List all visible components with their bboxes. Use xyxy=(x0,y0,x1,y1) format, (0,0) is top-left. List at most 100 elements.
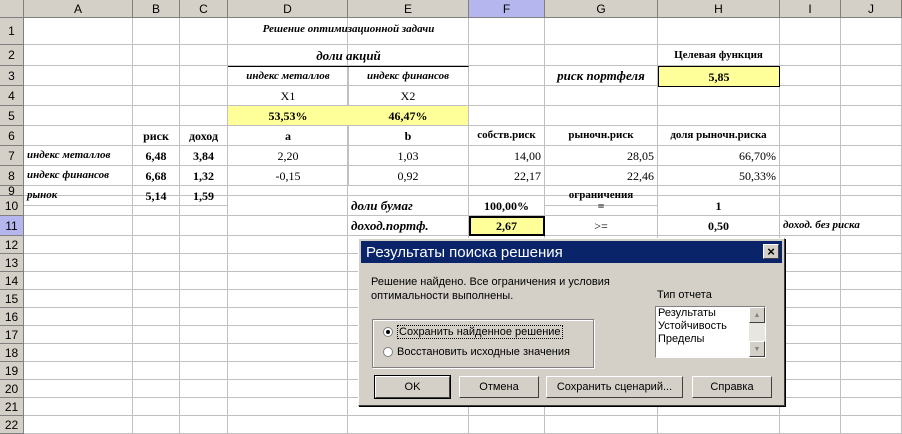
grid-cell[interactable] xyxy=(841,86,902,106)
grid-cell[interactable] xyxy=(841,290,902,308)
row7-label-cell[interactable]: индекс металлов xyxy=(24,146,133,166)
radio-restore-values[interactable]: Восстановить исходные значения xyxy=(383,346,570,358)
row-header-21[interactable]: 21 xyxy=(0,398,24,416)
row-header-12[interactable]: 12 xyxy=(0,236,24,254)
grid-cell[interactable] xyxy=(180,326,228,344)
shares-papers-label-cell[interactable]: доли бумаг xyxy=(348,196,469,216)
grid-cell[interactable] xyxy=(780,186,841,196)
grid-cell[interactable] xyxy=(24,380,133,398)
column-header-c[interactable]: C xyxy=(180,0,228,18)
grid-cell[interactable] xyxy=(780,326,841,344)
grid-cell[interactable] xyxy=(180,398,228,416)
row-header-11[interactable]: 11 xyxy=(0,216,24,236)
column-header-g[interactable]: G xyxy=(545,0,658,18)
grid-cell[interactable] xyxy=(841,146,902,166)
grid-cell[interactable] xyxy=(841,344,902,362)
radio-dot-checked[interactable] xyxy=(383,327,393,337)
column-header-h[interactable]: H xyxy=(658,0,780,18)
grid-cell[interactable] xyxy=(780,290,841,308)
grid-cell[interactable] xyxy=(658,86,780,106)
grid-cell[interactable] xyxy=(841,166,902,186)
a-head-cell[interactable]: a xyxy=(228,126,349,146)
grid-cell[interactable] xyxy=(780,398,841,416)
row8-market-risk-cell[interactable]: 22,46 xyxy=(545,166,658,186)
row7-market-risk-cell[interactable]: 28,05 xyxy=(545,146,658,166)
grid-cell[interactable] xyxy=(180,45,228,66)
grid-cell[interactable] xyxy=(228,272,348,290)
grid-cell[interactable] xyxy=(780,86,841,106)
row-header-14[interactable]: 14 xyxy=(0,272,24,290)
grid-cell[interactable] xyxy=(841,236,902,254)
row-header-17[interactable]: 17 xyxy=(0,326,24,344)
grid-cell[interactable] xyxy=(228,362,348,380)
grid-cell[interactable] xyxy=(780,106,841,126)
save-scenario-button[interactable]: Сохранить сценарий... xyxy=(546,376,683,398)
grid-cell[interactable] xyxy=(133,326,180,344)
grid-cell[interactable] xyxy=(133,86,180,106)
grid-cell[interactable] xyxy=(180,216,228,236)
row8-b-cell[interactable]: 0,92 xyxy=(348,166,469,186)
target-function-cell[interactable]: Целевая функция xyxy=(658,45,780,66)
row-header-9[interactable]: 9 xyxy=(0,184,24,198)
grid-cell[interactable] xyxy=(780,362,841,380)
help-button[interactable]: Справка xyxy=(692,376,772,398)
row-header-13[interactable]: 13 xyxy=(0,254,24,272)
grid-cell[interactable] xyxy=(780,126,841,146)
scroll-down-icon[interactable]: ▼ xyxy=(749,341,765,357)
grid-cell[interactable] xyxy=(180,18,228,45)
grid-cell[interactable] xyxy=(228,308,348,326)
grid-cell[interactable] xyxy=(841,254,902,272)
grid-cell[interactable] xyxy=(180,66,228,86)
row-header-5[interactable]: 5 xyxy=(0,106,24,126)
row8-risk-cell[interactable]: 6,68 xyxy=(133,166,180,186)
listbox-scrollbar[interactable]: ▲ ▼ xyxy=(749,307,765,357)
row-header-2[interactable]: 2 xyxy=(0,45,24,66)
grid-cell[interactable] xyxy=(24,344,133,362)
row7-own-risk-cell[interactable]: 14,00 xyxy=(469,146,545,166)
grid-cell[interactable] xyxy=(24,308,133,326)
x2-cell[interactable]: X2 xyxy=(348,86,469,106)
grid-cell[interactable] xyxy=(133,362,180,380)
radio-dot-unchecked[interactable] xyxy=(383,347,393,357)
grid-cell[interactable] xyxy=(841,126,902,146)
row7-a-cell[interactable]: 2,20 xyxy=(228,146,349,166)
scroll-up-icon[interactable]: ▲ xyxy=(749,307,765,323)
row8-income-cell[interactable]: 1,32 xyxy=(180,166,228,186)
grid-cell[interactable] xyxy=(780,45,841,66)
grid-cell[interactable] xyxy=(133,308,180,326)
portfolio-risk-value-cell[interactable]: 5,85 xyxy=(658,66,780,87)
grid-cell[interactable] xyxy=(133,18,180,45)
x1-value-cell[interactable]: 53,53% xyxy=(228,106,349,126)
radio-keep-solution[interactable]: Сохранить найденное решение xyxy=(383,325,563,339)
grid-cell[interactable] xyxy=(228,398,348,416)
risk-head-cell[interactable]: риск xyxy=(133,126,180,146)
portfolio-income-value-cell[interactable]: 2,67 xyxy=(469,216,545,236)
row8-label-cell[interactable]: индекс финансов xyxy=(24,166,133,186)
grid-cell[interactable] xyxy=(469,106,545,126)
grid-cell[interactable] xyxy=(780,254,841,272)
row8-own-risk-cell[interactable]: 22,17 xyxy=(469,166,545,186)
grid-cell[interactable] xyxy=(841,308,902,326)
row-header-16[interactable]: 16 xyxy=(0,308,24,326)
grid-cell[interactable] xyxy=(180,254,228,272)
income-head-cell[interactable]: доход xyxy=(180,126,228,146)
column-header-j[interactable]: J xyxy=(841,0,902,18)
one-value-cell[interactable]: 1 xyxy=(658,196,780,216)
grid-cell[interactable] xyxy=(228,216,348,236)
grid-cell[interactable] xyxy=(469,186,545,196)
grid-cell[interactable] xyxy=(780,146,841,166)
grid-cell[interactable] xyxy=(180,106,228,126)
grid-cell[interactable] xyxy=(24,290,133,308)
grid-cell[interactable] xyxy=(658,106,780,126)
grid-cell[interactable] xyxy=(24,398,133,416)
eq-sign-cell[interactable]: = xyxy=(545,196,658,216)
portfolio-income-label-cell[interactable]: доход.портф. xyxy=(348,216,469,236)
grid-cell[interactable] xyxy=(133,380,180,398)
own-risk-head-cell[interactable]: собств.риск xyxy=(469,126,545,146)
grid-cell[interactable] xyxy=(133,236,180,254)
grid-cell[interactable] xyxy=(545,18,658,45)
grid-cell[interactable] xyxy=(841,326,902,344)
shares-header-cell[interactable]: доли акций xyxy=(228,45,469,66)
grid-cell[interactable] xyxy=(180,290,228,308)
grid-cell[interactable] xyxy=(780,166,841,186)
